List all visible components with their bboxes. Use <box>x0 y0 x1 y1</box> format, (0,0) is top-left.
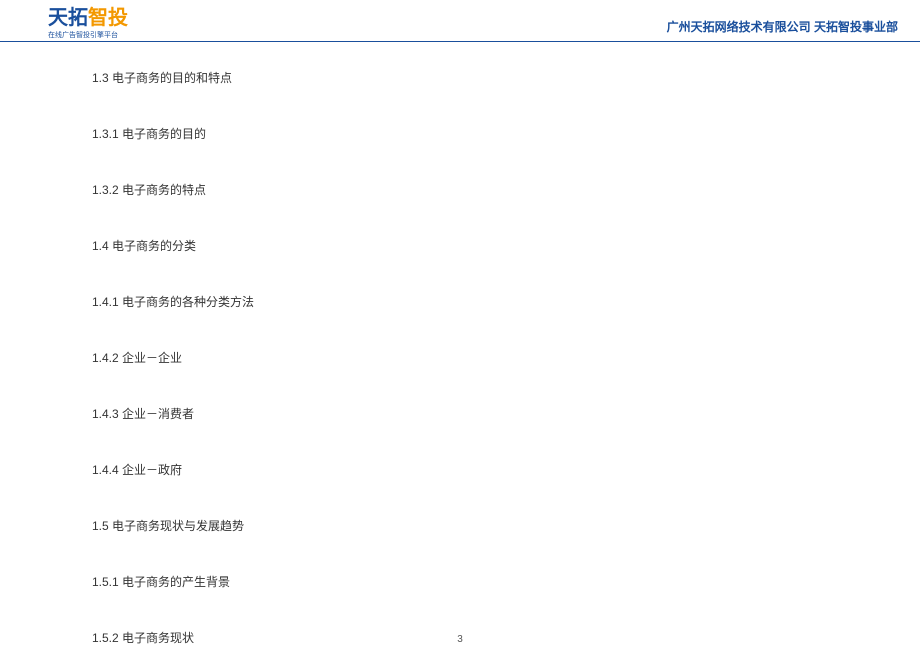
toc-entry: 1.3 电子商务的目的和特点 <box>92 72 920 84</box>
logo: 天拓智投 在线广告智投引擎平台 <box>48 8 128 40</box>
logo-part-1: 天拓 <box>48 7 88 29</box>
logo-tagline: 在线广告智投引擎平台 <box>48 30 128 40</box>
toc-entry: 1.3.1 电子商务的目的 <box>92 128 920 140</box>
toc-entry: 1.5.2 电子商务现状 <box>92 632 920 644</box>
document-header: 天拓智投 在线广告智投引擎平台 广州天拓网络技术有限公司 天拓智投事业部 <box>0 0 920 42</box>
company-name: 广州天拓网络技术有限公司 天拓智投事业部 <box>667 18 898 35</box>
toc-entry: 1.4.2 企业－企业 <box>92 352 920 364</box>
page-number: 3 <box>457 634 463 645</box>
toc-entry: 1.4.1 电子商务的各种分类方法 <box>92 296 920 308</box>
toc-entry: 1.3.2 电子商务的特点 <box>92 184 920 196</box>
toc-entry: 1.5 电子商务现状与发展趋势 <box>92 520 920 532</box>
toc-entry: 1.4 电子商务的分类 <box>92 240 920 252</box>
toc-entry: 1.5.1 电子商务的产生背景 <box>92 576 920 588</box>
toc-entry: 1.4.4 企业－政府 <box>92 464 920 476</box>
logo-main: 天拓智投 <box>48 8 128 28</box>
toc-content: 1.3 电子商务的目的和特点 1.3.1 电子商务的目的 1.3.2 电子商务的… <box>0 42 920 644</box>
logo-part-2: 智投 <box>88 7 128 29</box>
toc-entry: 1.4.3 企业－消费者 <box>92 408 920 420</box>
